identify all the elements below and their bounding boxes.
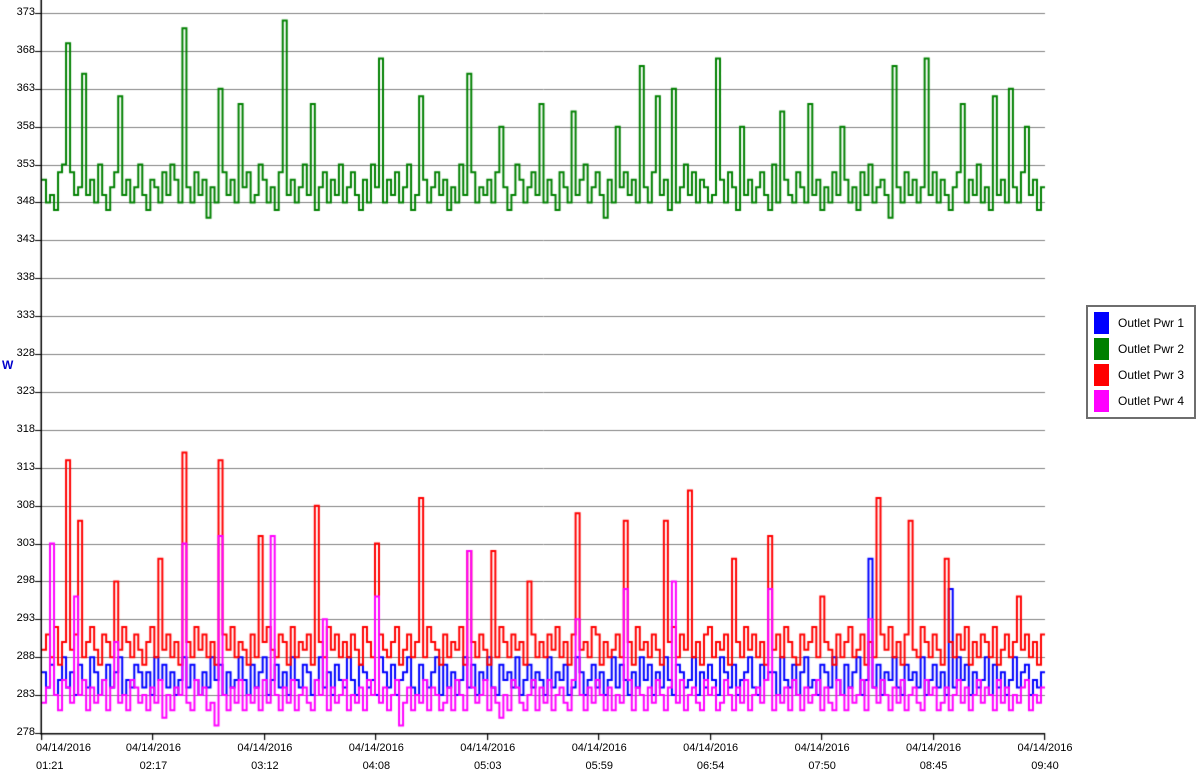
y-tick-label: 333 bbox=[16, 309, 35, 322]
x-tick-time: 06:54 bbox=[696, 760, 725, 772]
outlet-pwr-2-swatch-icon bbox=[1094, 338, 1109, 360]
x-tick-date: 04/14/2016 bbox=[571, 742, 627, 754]
x-tick-time: 05:59 bbox=[585, 760, 613, 772]
outlet-power-chart-canvas bbox=[0, 0, 1197, 773]
legend: Outlet Pwr 1 Outlet Pwr 2 Outlet Pwr 3 O… bbox=[1086, 305, 1196, 419]
x-tick-time: 08:45 bbox=[919, 760, 948, 772]
y-tick-label: 283 bbox=[16, 688, 35, 701]
x-tick-date: 04/14/2016 bbox=[460, 742, 516, 754]
y-tick-label: 363 bbox=[16, 81, 35, 94]
x-tick-date: 04/14/2016 bbox=[683, 742, 739, 754]
y-tick-label: 288 bbox=[16, 650, 35, 663]
x-tick-label: 04/14/2016 09:40 bbox=[1017, 739, 1072, 773]
y-tick-label: 298 bbox=[16, 574, 35, 587]
outlet-pwr-1-swatch-icon bbox=[1094, 312, 1109, 334]
x-tick-date: 04/14/2016 bbox=[125, 742, 181, 754]
legend-item-outlet-pwr-2[interactable]: Outlet Pwr 2 bbox=[1094, 338, 1190, 360]
y-tick-label: 343 bbox=[16, 233, 35, 246]
legend-label: Outlet Pwr 1 bbox=[1118, 316, 1185, 330]
legend-label: Outlet Pwr 3 bbox=[1118, 368, 1185, 382]
x-tick-label: 04/14/2016 03:12 bbox=[237, 739, 292, 773]
x-tick-time: 05:03 bbox=[474, 760, 502, 772]
y-tick-label: 313 bbox=[16, 460, 35, 473]
x-tick-time: 02:17 bbox=[139, 760, 168, 772]
x-tick-time: 03:12 bbox=[251, 760, 279, 772]
legend-label: Outlet Pwr 2 bbox=[1118, 342, 1185, 356]
y-tick-label: 353 bbox=[16, 157, 35, 170]
y-tick-label: 303 bbox=[16, 536, 35, 549]
x-tick-time: 07:50 bbox=[808, 760, 836, 772]
x-tick-date: 04/14/2016 bbox=[36, 742, 92, 754]
y-tick-label: 308 bbox=[16, 498, 35, 511]
x-tick-time: 01:21 bbox=[36, 760, 64, 772]
y-tick-label: 373 bbox=[16, 6, 35, 18]
y-tick-label: 348 bbox=[16, 195, 35, 208]
legend-item-outlet-pwr-1[interactable]: Outlet Pwr 1 bbox=[1094, 312, 1190, 334]
y-tick-label: 278 bbox=[16, 726, 35, 738]
legend-label: Outlet Pwr 4 bbox=[1118, 394, 1185, 408]
x-tick-label: 04/14/2016 06:54 bbox=[683, 739, 738, 773]
x-tick-date: 04/14/2016 bbox=[906, 742, 962, 754]
x-tick-time: 04:08 bbox=[362, 760, 391, 772]
outlet-pwr-3-swatch-icon bbox=[1094, 364, 1109, 386]
y-tick-label: 323 bbox=[16, 384, 35, 397]
power-chart-page: 278 283 288 293 298 303 308 313 318 323 328 333 338 3… bbox=[0, 0, 1197, 773]
x-tick-date: 04/14/2016 bbox=[237, 742, 293, 754]
legend-item-outlet-pwr-3[interactable]: Outlet Pwr 3 bbox=[1094, 364, 1190, 386]
x-tick-label: 04/14/2016 05:03 bbox=[460, 739, 515, 773]
legend-item-outlet-pwr-4[interactable]: Outlet Pwr 4 bbox=[1094, 390, 1190, 412]
outlet-pwr-4-swatch-icon bbox=[1094, 390, 1109, 412]
x-tick-date: 04/14/2016 bbox=[348, 742, 404, 754]
x-tick-time: 09:40 bbox=[1031, 760, 1059, 772]
y-tick-label: 293 bbox=[16, 612, 35, 625]
x-tick-label: 04/14/2016 02:17 bbox=[126, 739, 181, 773]
x-tick-label: 04/14/2016 07:50 bbox=[795, 739, 850, 773]
x-tick-label: 04/14/2016 08:45 bbox=[906, 739, 961, 773]
y-tick-label: 358 bbox=[16, 119, 35, 132]
x-tick-date: 04/14/2016 bbox=[1017, 742, 1073, 754]
x-tick-label: 04/14/2016 05:59 bbox=[572, 739, 627, 773]
x-tick-label: 04/14/2016 04:08 bbox=[349, 739, 404, 773]
y-tick-label: 368 bbox=[16, 43, 35, 56]
x-tick-date: 04/14/2016 bbox=[794, 742, 850, 754]
y-tick-label: 318 bbox=[16, 422, 35, 435]
x-tick-label: 04/14/2016 01:21 bbox=[36, 739, 91, 773]
y-tick-label: 338 bbox=[16, 271, 35, 284]
y-axis-title: W bbox=[2, 358, 14, 372]
